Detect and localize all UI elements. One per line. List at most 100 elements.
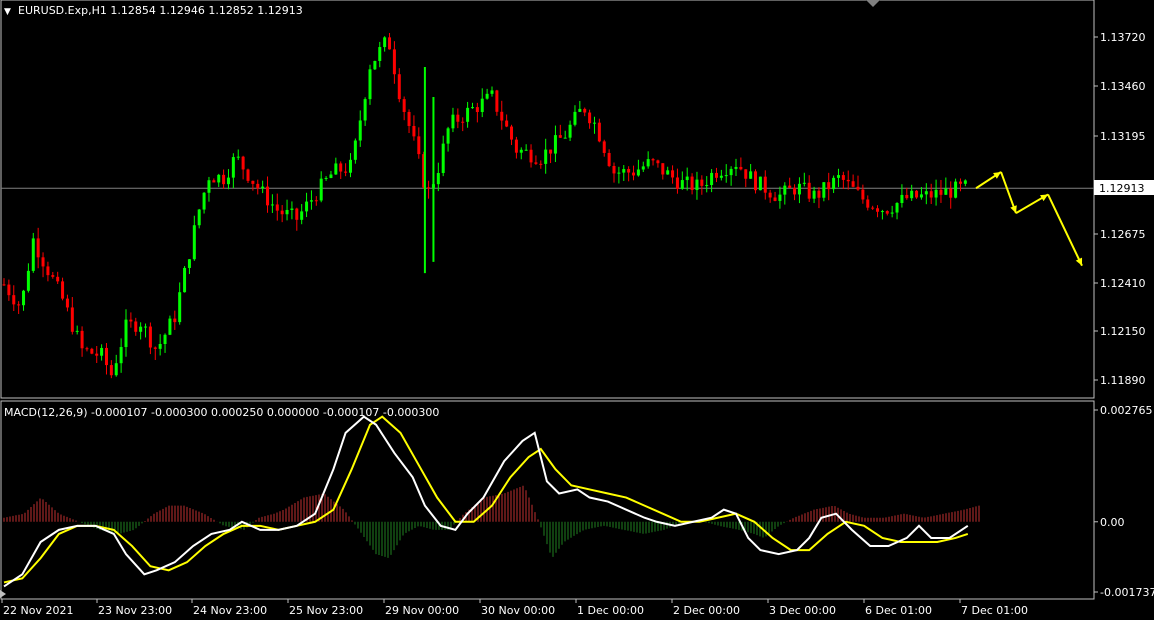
candle-body	[851, 181, 855, 187]
candle-body	[680, 180, 684, 189]
forecast-arrow-head	[1010, 205, 1017, 214]
candle-body	[187, 259, 191, 268]
candle-body	[388, 37, 392, 50]
candle-body	[207, 180, 211, 193]
candle-body	[358, 120, 362, 141]
candle-body	[636, 169, 640, 176]
candle-body	[685, 176, 689, 181]
candle-body	[461, 121, 465, 123]
candle-body	[612, 165, 616, 174]
candle-body	[553, 135, 557, 154]
candle-body	[915, 190, 919, 198]
candle-body	[700, 179, 704, 186]
candle-body	[544, 149, 548, 164]
candle-body	[456, 114, 460, 122]
candle-body	[695, 179, 699, 191]
candle-body	[905, 194, 909, 199]
candle-body	[144, 326, 148, 328]
candle-body	[2, 284, 6, 286]
candle-body	[212, 180, 216, 183]
candle-body	[793, 187, 797, 195]
price-axis: 1.13720 1.13460 1.13195 1.12675 1.12410 1.121…	[1094, 31, 1146, 387]
candle-body	[666, 170, 670, 175]
candle-body	[788, 185, 792, 188]
candle-body	[392, 49, 396, 75]
candle-body	[871, 207, 875, 209]
candle-body	[368, 69, 372, 100]
forecast-arrow-shaft	[1047, 194, 1083, 267]
candle-body	[51, 275, 55, 277]
macd-header: MACD(12,26,9) -0.000107 -0.000300 0.0002…	[4, 406, 439, 419]
candle-body	[309, 200, 313, 202]
candle-body	[46, 266, 50, 276]
candle-body	[539, 163, 543, 165]
candle-body	[402, 99, 406, 112]
candle-body	[627, 169, 631, 173]
candle-body	[85, 348, 89, 350]
candle-body	[573, 111, 577, 125]
time-tick-label: 3 Dec 00:00	[769, 604, 836, 617]
candle-body	[266, 186, 270, 206]
candle-body	[280, 210, 284, 215]
price-tick-label: 1.13460	[1100, 80, 1146, 93]
candle-body	[583, 108, 587, 113]
candle-body	[344, 171, 348, 173]
candle-body	[495, 90, 499, 112]
candle-body	[675, 177, 679, 189]
candle-body	[876, 208, 880, 212]
candle-body	[397, 74, 401, 100]
candle-body	[202, 192, 206, 210]
candle-body	[929, 191, 933, 198]
price-tick-label: 1.12150	[1100, 325, 1146, 338]
candle-body	[192, 225, 196, 260]
candle-body	[617, 172, 621, 174]
candle-body	[329, 174, 333, 178]
candle-body	[758, 176, 762, 191]
candle-body	[710, 172, 714, 186]
scroll-marker-icon[interactable]	[866, 0, 880, 7]
time-tick-label: 7 Dec 01:00	[961, 604, 1028, 617]
candle-body	[241, 156, 245, 170]
candle-body	[592, 122, 596, 124]
candle-body	[163, 334, 167, 345]
macd-axis: 0.002765 0.00 -0.001737	[1094, 404, 1154, 599]
candle-body	[714, 172, 718, 178]
time-tick-label: 23 Nov 23:00	[98, 604, 172, 617]
candle-body	[939, 189, 943, 195]
candle-body	[510, 126, 514, 140]
candle-body	[12, 295, 16, 305]
candle-body	[383, 37, 387, 48]
candle-body	[817, 190, 821, 198]
candle-body	[812, 190, 816, 199]
candle-body	[480, 98, 484, 113]
candle-body	[80, 330, 84, 349]
candle-body	[109, 365, 113, 376]
candle-body	[31, 238, 35, 271]
price-tick-label: 1.11890	[1100, 374, 1146, 387]
candle-body	[90, 348, 94, 354]
candle-body	[441, 143, 445, 174]
candle-body	[56, 276, 60, 282]
candle-body	[958, 181, 962, 184]
candle-body	[222, 174, 226, 185]
macd-scroll-marker-icon[interactable]	[0, 590, 6, 598]
candle-body	[236, 156, 240, 158]
candle-body	[588, 112, 592, 124]
candle-body	[324, 177, 328, 179]
candle-body	[827, 182, 831, 190]
candle-body	[602, 141, 606, 153]
candle-body	[578, 108, 582, 112]
candle-body	[529, 149, 533, 163]
candle-body	[217, 174, 221, 183]
current-price-label: 1.12913	[1099, 182, 1145, 195]
candle-body	[690, 176, 694, 191]
candle-body	[139, 326, 143, 332]
candle-body	[919, 194, 923, 198]
candle-body	[475, 107, 479, 113]
chart-menu-triangle-icon[interactable]: ▼	[4, 7, 11, 17]
trading-chart[interactable]: ▼ EURUSD.Exp,H1 1.12854 1.12946 1.12852 …	[0, 0, 1154, 620]
candle-body	[739, 166, 743, 170]
candle-body	[95, 353, 99, 356]
candle-body	[305, 201, 309, 212]
candle-body	[100, 347, 104, 356]
